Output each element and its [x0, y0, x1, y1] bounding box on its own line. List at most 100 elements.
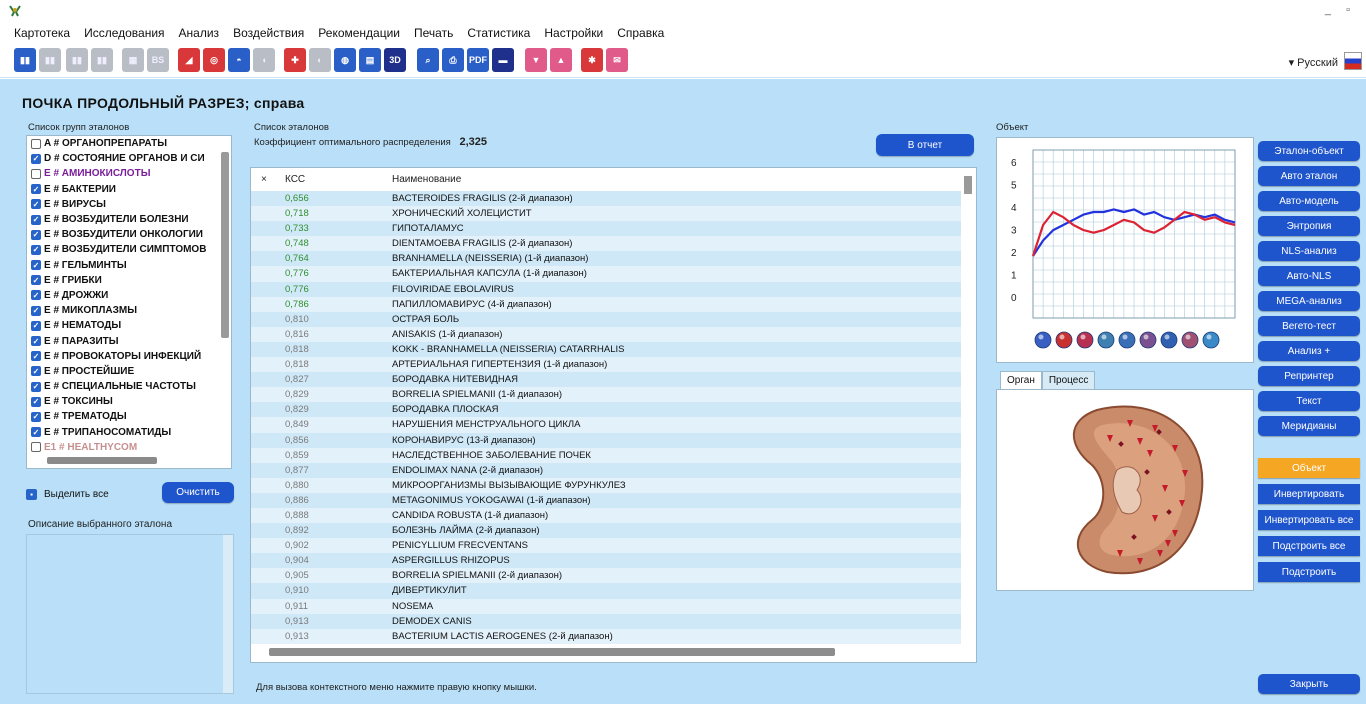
select-all-check-icon[interactable]: ▪	[26, 489, 37, 500]
table-row[interactable]: 0,776 FILOVIRIDAE EBOLAVIRUS	[251, 281, 961, 297]
right-button-11[interactable]: Меридианы	[1258, 416, 1360, 436]
bars-chart-icon[interactable]: ▮▮	[14, 48, 36, 72]
right-button-7[interactable]: Вегето-тест	[1258, 316, 1360, 336]
table-row[interactable]: 0,810 ОСТРАЯ БОЛЬ	[251, 311, 961, 327]
group-checkbox[interactable]: ✓	[31, 229, 41, 240]
3d-icon[interactable]: 3D	[384, 48, 406, 72]
russia-flag-icon[interactable]	[1344, 52, 1362, 70]
table-row[interactable]: 0,913 BACTERIUM LACTIS AEROGENES (2-й диа…	[251, 628, 961, 644]
right-button-5[interactable]: Авто-NLS	[1258, 266, 1360, 286]
group-item[interactable]: E1 # HEALTHYCOM	[27, 440, 231, 455]
bars-gray-icon[interactable]: ▮▮	[39, 48, 61, 72]
group-item[interactable]: ✓ E # МИКОПЛАЗМЫ	[27, 303, 231, 318]
table-row[interactable]: 0,718 ХРОНИЧЕСКИЙ ХОЛЕЦИСТИТ	[251, 206, 961, 222]
group-checkbox[interactable]: ✓	[31, 305, 41, 316]
table-row[interactable]: 0,733 ГИПОТАЛАМУС	[251, 221, 961, 237]
menu-item-0[interactable]: Картотека	[14, 26, 70, 40]
group-item[interactable]: ✓ E # НЕМАТОДЫ	[27, 318, 231, 333]
table-hscroll[interactable]	[269, 648, 835, 656]
group-checkbox[interactable]: ✓	[31, 290, 41, 301]
mail-icon[interactable]: ✉	[606, 48, 628, 72]
group-checkbox[interactable]	[31, 442, 41, 453]
table-row[interactable]: 0,829 BORRELIA SPIELMANII (1-й диапазон)	[251, 387, 961, 403]
group-item[interactable]: ✓ E # СПЕЦИАЛЬНЫЕ ЧАСТОТЫ	[27, 379, 231, 394]
language-select[interactable]: ▾ Русский	[1289, 56, 1338, 69]
table-row[interactable]: 0,827 БОРОДАВКА НИТЕВИДНАЯ	[251, 372, 961, 388]
action-button-0[interactable]: Объект	[1258, 458, 1360, 478]
import-icon[interactable]: ▲	[550, 48, 572, 72]
clear-button[interactable]: Очистить	[162, 482, 234, 503]
target-icon[interactable]: ◎	[203, 48, 225, 72]
table-vscroll[interactable]	[964, 176, 972, 194]
group-checkbox[interactable]: ✓	[31, 336, 41, 347]
capsule-gray-icon[interactable]: ◐	[309, 48, 331, 72]
group-item[interactable]: ✓ E # ВОЗБУДИТЕЛИ СИМПТОМОВ	[27, 242, 231, 257]
table-row[interactable]: 0,904 ASPERGILLUS RHIZOPUS	[251, 553, 961, 569]
right-button-8[interactable]: Анализ +	[1258, 341, 1360, 361]
grid-gray-icon[interactable]: ▦	[122, 48, 144, 72]
group-checkbox[interactable]: ✓	[31, 214, 41, 225]
group-checkbox[interactable]: ✓	[31, 153, 41, 164]
table-row[interactable]: 0,764 BRANHAMELLA (NEISSERIA) (1-й диапаз…	[251, 251, 961, 267]
body-icon[interactable]	[1034, 331, 1052, 349]
menu-item-7[interactable]: Настройки	[544, 26, 603, 40]
group-list-hscroll[interactable]	[47, 457, 157, 464]
group-checkbox[interactable]: ✓	[31, 320, 41, 331]
export-icon[interactable]: ▼	[525, 48, 547, 72]
group-checkbox[interactable]: ✓	[31, 199, 41, 210]
group-checkbox[interactable]	[31, 138, 41, 149]
table-row[interactable]: 0,902 PENICYLLIUM FRECVENTANS	[251, 538, 961, 554]
group-checkbox[interactable]: ✓	[31, 411, 41, 422]
right-button-0[interactable]: Эталон-объект	[1258, 141, 1360, 161]
group-item[interactable]: E # АМИНОКИСЛОТЫ	[27, 166, 231, 181]
brain-icon[interactable]	[1139, 331, 1157, 349]
printer-icon[interactable]: ⎙	[442, 48, 464, 72]
menu-item-3[interactable]: Воздействия	[233, 26, 304, 40]
table-row[interactable]: 0,656 BACTEROIDES FRAGILIS (2-й диапазон)	[251, 191, 961, 207]
kidney-section-image[interactable]	[997, 390, 1253, 590]
table-row[interactable]: 0,776 БАКТЕРИАЛЬНАЯ КАПСУЛА (1-й диапазон…	[251, 266, 961, 282]
group-item[interactable]: A # ОРГАНОПРЕПАРАТЫ	[27, 136, 231, 151]
group-item[interactable]: ✓ E # ПАРАЗИТЫ	[27, 333, 231, 348]
menu-item-4[interactable]: Рекомендации	[318, 26, 400, 40]
group-item[interactable]: ✓ E # ТРИПАНОСОМАТИДЫ	[27, 425, 231, 440]
table-row[interactable]: 0,816 ANISAKIS (1-й диапазон)	[251, 326, 961, 342]
etalons-table[interactable]: × КСС Наименование 0,656 BACTEROIDES FRAG…	[250, 167, 977, 663]
description-box[interactable]	[26, 534, 234, 694]
table-row[interactable]: 0,829 БОРОДАВКА ПЛОСКАЯ	[251, 402, 961, 418]
right-button-10[interactable]: Текст	[1258, 391, 1360, 411]
group-checkbox[interactable]: ✓	[31, 244, 41, 255]
col-close[interactable]: ×	[261, 174, 267, 185]
col-name[interactable]: Наименование	[392, 174, 461, 185]
action-button-2[interactable]: Инвертировать все	[1258, 510, 1360, 530]
group-checkbox[interactable]: ✓	[31, 396, 41, 407]
group-item[interactable]: ✓ E # ВОЗБУДИТЕЛИ БОЛЕЗНИ	[27, 212, 231, 227]
table-row[interactable]: 0,856 КОРОНАВИРУС (13-й диапазон)	[251, 432, 961, 448]
group-list[interactable]: A # ОРГАНОПРЕПАРАТЫ ✓ D # СОСТОЯНИЕ ОРГАНО…	[26, 135, 232, 469]
group-checkbox[interactable]: ✓	[31, 184, 41, 195]
globe-icon[interactable]	[1202, 331, 1220, 349]
table-row[interactable]: 0,905 BORRELIA SPIELMANII (2-й диапазон)	[251, 568, 961, 584]
table-row[interactable]: 0,913 DEMODEX CANIS	[251, 613, 961, 629]
bs-gray-icon[interactable]: BS	[147, 48, 169, 72]
group-checkbox[interactable]: ✓	[31, 260, 41, 271]
group-item[interactable]: ✓ E # ТРЕМАТОДЫ	[27, 409, 231, 424]
group-checkbox[interactable]: ✓	[31, 275, 41, 286]
table-row[interactable]: 0,849 НАРУШЕНИЯ МЕНСТРУАЛЬНОГО ЦИКЛА	[251, 417, 961, 433]
group-checkbox[interactable]: ✓	[31, 381, 41, 392]
close-button[interactable]: Закрыть	[1258, 674, 1360, 694]
action-button-1[interactable]: Инвертировать	[1258, 484, 1360, 504]
eye-icon[interactable]	[1160, 331, 1178, 349]
right-button-1[interactable]: Авто эталон	[1258, 166, 1360, 186]
select-all-checkbox[interactable]: ▪ Выделить все	[26, 489, 109, 500]
table-row[interactable]: 0,786 ПАПИЛЛОМАВИРУС (4-й диапазон)	[251, 296, 961, 312]
bars-gray-icon-2[interactable]: ▮▮	[66, 48, 88, 72]
search-icon[interactable]: ⌕	[417, 48, 439, 72]
lungs-icon[interactable]	[1097, 331, 1115, 349]
group-item[interactable]: ✓ E # ДРОЖЖИ	[27, 288, 231, 303]
table-row[interactable]: 0,911 NOSEMA	[251, 598, 961, 614]
organ-icon[interactable]: ◓	[228, 48, 250, 72]
pill-icon[interactable]: ◍	[334, 48, 356, 72]
spine-icon[interactable]	[1118, 331, 1136, 349]
pdf-icon[interactable]: PDF	[467, 48, 489, 72]
